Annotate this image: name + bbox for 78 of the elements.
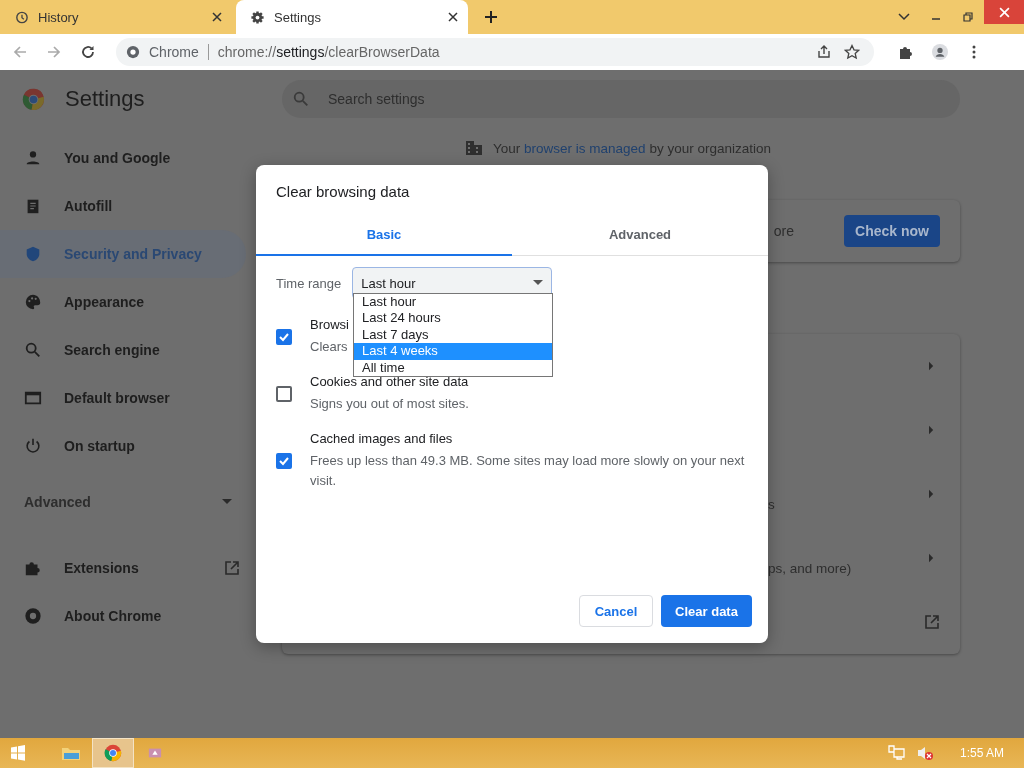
checkbox[interactable]: [276, 329, 292, 345]
tab-title: Settings: [274, 9, 322, 25]
row-text: s: [768, 495, 775, 512]
time-range-label: Time range: [276, 275, 342, 291]
advanced-section-toggle[interactable]: Advanced: [0, 478, 262, 526]
close-tab-icon[interactable]: [212, 12, 222, 22]
cancel-button[interactable]: Cancel: [579, 595, 653, 627]
settings-title: Settings: [65, 86, 145, 112]
arrow-icon[interactable]: [929, 553, 934, 563]
folder-icon: [61, 745, 81, 761]
option-description: Frees up less than 49.3 MB. Some sites may load more slowly on your next visit.: [310, 452, 746, 490]
browser-tab[interactable]: Settings: [236, 0, 468, 34]
tab-search-caret-icon[interactable]: [898, 11, 910, 23]
sidebar-item[interactable]: On startup: [0, 422, 246, 470]
windows-start-icon[interactable]: [10, 745, 26, 761]
caret-icon: [222, 499, 232, 505]
check-now-button[interactable]: Check now: [844, 215, 940, 247]
tab-title: History: [38, 9, 80, 25]
chrome-logo-icon: [22, 87, 45, 111]
search-icon: [292, 90, 310, 108]
dropdown-option[interactable]: Last 4 weeks: [354, 343, 552, 360]
arrow-icon[interactable]: [929, 361, 934, 371]
close-window-button[interactable]: [984, 0, 1024, 24]
option-description: Clears: [310, 338, 348, 356]
checkbox[interactable]: [276, 453, 292, 469]
new-tab-icon[interactable]: [484, 10, 498, 24]
address-bar[interactable]: Chrome chrome://settings/clearBrowserData: [116, 38, 874, 66]
arrow-icon[interactable]: [929, 489, 934, 499]
restore-icon[interactable]: [962, 11, 974, 23]
palette-icon: [24, 293, 42, 311]
clock: 1:55 AM: [959, 746, 1004, 760]
settings-icon: [250, 9, 265, 25]
taskbar-app[interactable]: [92, 738, 134, 768]
close-tab-icon[interactable]: [448, 12, 458, 22]
sidebar-item[interactable]: Search engine: [0, 326, 246, 374]
building-icon: [465, 140, 484, 156]
card-text: ore: [773, 223, 794, 239]
dropdown-option[interactable]: Last 24 hours: [354, 310, 552, 327]
search-field[interactable]: Search settings: [326, 90, 630, 108]
sidebar-item[interactable]: You and Google: [0, 134, 246, 182]
chrome-icon: [24, 607, 42, 625]
history-icon: [14, 9, 29, 25]
external-link-icon[interactable]: [924, 614, 940, 630]
row-text: ps, and more): [768, 559, 852, 576]
site-label: Chrome: [149, 44, 199, 60]
chrome-icon: [126, 45, 140, 59]
sidebar-item[interactable]: Default browser: [0, 374, 246, 422]
url-text: chrome://settings/clearBrowserData: [217, 44, 440, 60]
dialog-tab[interactable]: Basic: [256, 216, 512, 256]
managed-notice: Your browser is managed by your organization: [493, 140, 771, 156]
sidebar-item[interactable]: About Chrome: [0, 592, 246, 640]
chrome-icon: [104, 744, 122, 762]
caret-icon: [533, 280, 544, 286]
external-link-icon: [224, 560, 240, 576]
shield-icon: [24, 245, 42, 263]
muted-speaker-icon[interactable]: [915, 745, 934, 761]
option-title: Browsi: [310, 317, 349, 333]
option-title: Cookies and other site data: [310, 374, 469, 390]
checkbox[interactable]: [276, 386, 292, 402]
app-icon: [146, 746, 164, 760]
dialog-tab[interactable]: Advanced: [512, 216, 768, 256]
power-icon: [24, 437, 42, 455]
dialog-title: Clear browsing data: [275, 182, 411, 200]
option-title: Cached images and files: [310, 431, 453, 447]
sidebar-item[interactable]: Autofill: [0, 182, 246, 230]
clear-data-button[interactable]: Clear data: [661, 595, 752, 627]
option-description: Signs you out of most sites.: [310, 395, 469, 413]
dropdown-option[interactable]: All time: [354, 359, 552, 376]
close-icon: [998, 6, 1010, 18]
dropdown-option[interactable]: Last 7 days: [354, 326, 552, 344]
sidebar-item[interactable]: Appearance: [0, 278, 246, 326]
window-icon: [24, 389, 42, 407]
puzzle-icon: [24, 559, 42, 577]
sidebar-item[interactable]: Extensions: [0, 544, 246, 592]
arrow-icon[interactable]: [929, 425, 934, 435]
person-icon: [24, 149, 42, 167]
search-icon: [24, 341, 42, 359]
browser-tab[interactable]: History: [0, 0, 232, 34]
